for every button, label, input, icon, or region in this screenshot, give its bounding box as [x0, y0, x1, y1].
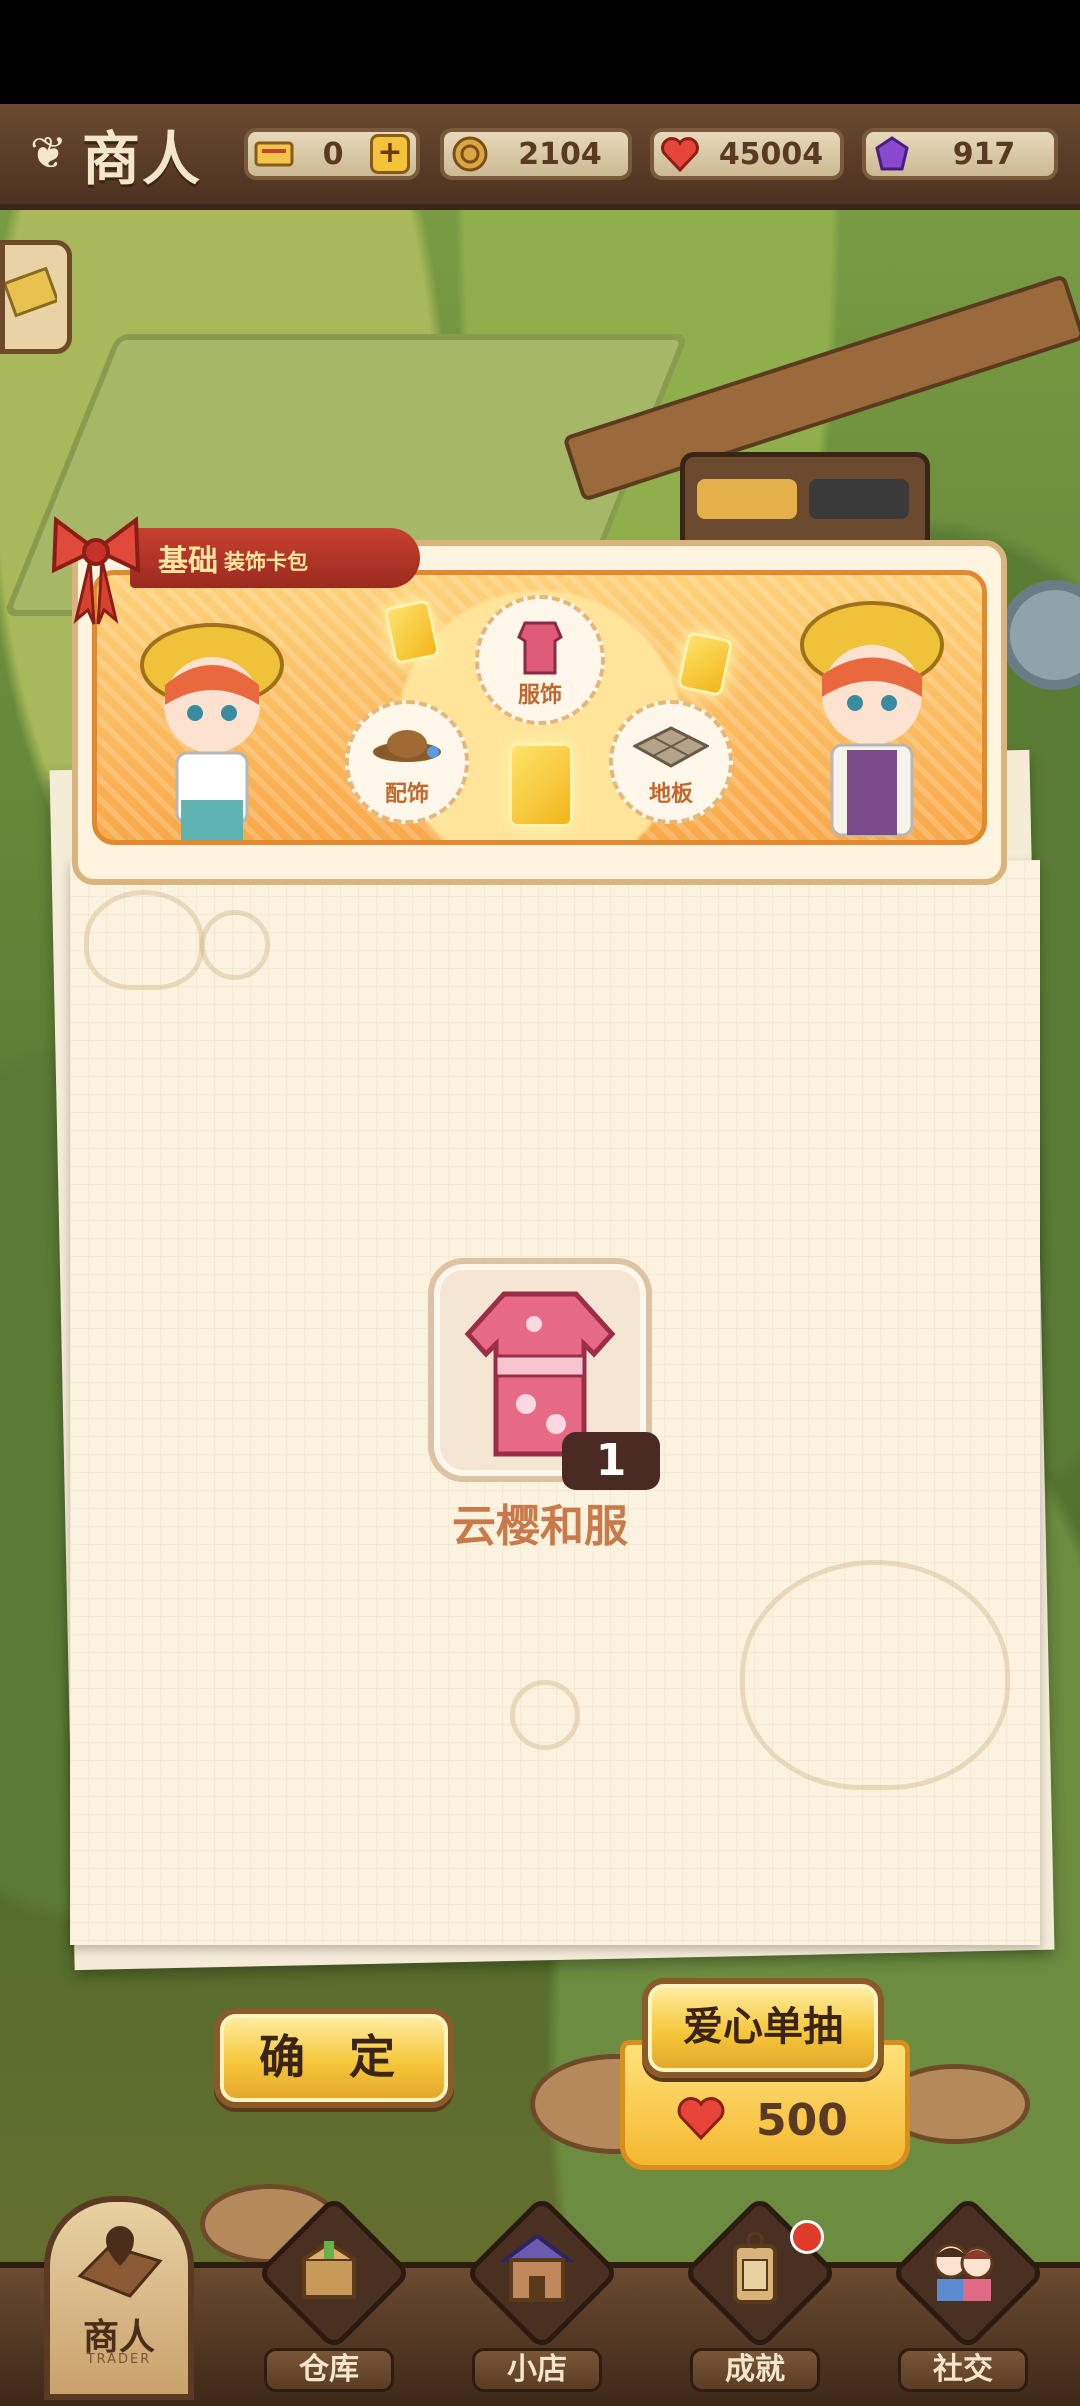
- gold-card-icon: [509, 743, 573, 827]
- add-ticket-button[interactable]: +: [370, 134, 410, 174]
- gem-icon: [870, 132, 914, 176]
- wood-plank-icon: [2, 266, 60, 318]
- clothing-icon: [517, 621, 563, 675]
- ticket-counter: 0 +: [244, 128, 420, 180]
- nav-social[interactable]: 社交: [888, 2195, 1046, 2400]
- heart-icon: [676, 2096, 726, 2144]
- swirl-ornament-icon: ❦: [30, 128, 67, 179]
- floor-tile-icon: [633, 726, 709, 768]
- heart-counter: 45004: [650, 128, 844, 180]
- gold-card-icon: [676, 630, 734, 698]
- reward-item-name: 云樱和服: [452, 1501, 628, 1552]
- category-floor: 地板: [609, 700, 733, 824]
- notification-dot: [790, 2220, 824, 2254]
- boy-character-illustration: [787, 585, 957, 840]
- girl-character-illustration: [137, 595, 287, 840]
- ticket-value: 0: [322, 136, 344, 172]
- coin-value: 2104: [518, 136, 602, 172]
- ticket-icon: [252, 132, 296, 176]
- hat-accessory-icon: [373, 730, 441, 762]
- achievement-charm-icon: [715, 2226, 795, 2310]
- pack-title-ribbon: 基础 装饰卡包: [130, 528, 420, 588]
- status-bar: [0, 0, 1080, 104]
- category-clothing: 服饰: [475, 595, 605, 725]
- top-bar: ❦ 商人 0 + 2104 45004 917: [0, 104, 1080, 210]
- page-title: 商人: [82, 125, 203, 193]
- cat-face-doodle: [740, 1560, 1010, 1790]
- draw-cost-value: 500: [756, 2094, 848, 2146]
- gem-value: 917: [952, 136, 1016, 172]
- food-tray: [680, 452, 930, 554]
- gem-counter: 917: [862, 128, 1058, 180]
- shop-house-icon: [497, 2226, 577, 2310]
- lollipop-doodle: [200, 910, 270, 980]
- nav-shop[interactable]: 小店: [462, 2195, 620, 2400]
- confirm-button[interactable]: 确 定: [214, 2008, 454, 2108]
- heart-icon: [658, 132, 702, 176]
- category-accessory: 配饰: [345, 700, 469, 824]
- ribbon-bow-icon: [46, 510, 146, 630]
- heart-value: 45004: [718, 136, 824, 172]
- coin-icon: [448, 132, 492, 176]
- card-pack-banner: 服饰 配饰 地板: [92, 570, 987, 845]
- flower-doodle: [510, 1680, 580, 1750]
- warehouse-box-icon: [289, 2226, 369, 2310]
- map-pin-icon: [77, 2226, 163, 2298]
- draw-cost: 500: [676, 2085, 896, 2155]
- nav-warehouse[interactable]: 仓库: [254, 2195, 412, 2400]
- nav-trader[interactable]: 商人 TRADER: [44, 2196, 194, 2400]
- social-friends-icon: [923, 2226, 1003, 2310]
- side-menu-button[interactable]: [0, 240, 72, 354]
- cat-doodle: [84, 890, 204, 990]
- coin-counter: 2104: [440, 128, 632, 180]
- reward-quantity-badge: 1: [562, 1432, 660, 1490]
- gold-card-icon: [383, 598, 441, 666]
- heart-single-draw-button[interactable]: 爱心单抽: [642, 1978, 884, 2078]
